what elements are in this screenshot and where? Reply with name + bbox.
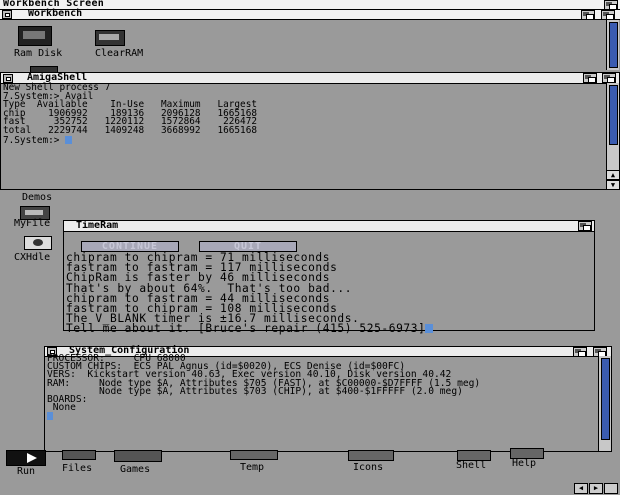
- workbench-scrollbar[interactable]: [606, 20, 619, 70]
- clearram-label: ClearRAM: [95, 48, 144, 59]
- sysconfig-output[interactable]: PROCESSOR: CPU 68000 CUSTOM CHIPS: ECS P…: [47, 354, 480, 422]
- scroll-up-icon[interactable]: ▲: [606, 170, 620, 180]
- commodity-icon: [24, 236, 52, 250]
- sysconfig-zoom-icon[interactable]: [573, 347, 587, 357]
- workbench-zoom-icon[interactable]: [581, 10, 595, 20]
- text-cursor: [65, 135, 73, 144]
- timeram-depth-icon[interactable]: [578, 221, 592, 231]
- dock-help-label[interactable]: Help: [512, 458, 536, 469]
- dock-temp-label[interactable]: Temp: [240, 462, 264, 473]
- dock-icons-label[interactable]: Icons: [353, 462, 383, 473]
- workbench-depth-icon[interactable]: [601, 10, 615, 20]
- scroll-right-icon[interactable]: ▶: [589, 483, 603, 494]
- files-drawer-icon[interactable]: [62, 450, 96, 460]
- sysconfig-line: Node type $A, Attributes $703 (CHIP), at…: [47, 385, 463, 397]
- ram-disk-label: Ram Disk: [14, 48, 63, 59]
- workbench-title: Workbench: [28, 8, 83, 19]
- workbench-close-icon[interactable]: [2, 10, 12, 19]
- scroll-down-icon[interactable]: ▼: [606, 180, 620, 190]
- run-icon[interactable]: [6, 450, 46, 466]
- dock-run-label[interactable]: Run: [17, 466, 35, 477]
- screen-title-bar: Workbench Screen: [0, 0, 620, 10]
- ram-disk-icon: [18, 26, 52, 46]
- demos-label: Demos: [22, 192, 53, 203]
- amigashell-depth-icon[interactable]: [602, 73, 616, 83]
- amigashell-scroll-thumb[interactable]: [609, 85, 618, 145]
- system-configuration-window[interactable]: System_Configuration PROCESSOR: CPU 6800…: [44, 345, 612, 452]
- resize-gadget-icon[interactable]: [604, 483, 618, 494]
- amigashell-scrollbar[interactable]: ▲ ▼: [606, 83, 620, 190]
- dock-shell-label[interactable]: Shell: [456, 460, 486, 471]
- scroll-left-icon[interactable]: ◀: [574, 483, 588, 494]
- text-cursor: [425, 324, 434, 334]
- games-drawer-icon[interactable]: [114, 450, 162, 462]
- dock-files-label[interactable]: Files: [62, 463, 92, 474]
- timeram-window[interactable]: TimeRam CONTINUE QUIT chipram to chipram…: [63, 220, 595, 335]
- sysconfig-scroll-thumb[interactable]: [601, 358, 610, 440]
- text-cursor: [47, 412, 53, 421]
- dock-games-label[interactable]: Games: [120, 464, 150, 475]
- workbench-scroll-thumb[interactable]: [609, 22, 618, 68]
- myfiles-label: MyFile: [14, 218, 51, 229]
- clearram-icon: [95, 30, 125, 46]
- timeram-title: TimeRam: [76, 220, 119, 231]
- amigashell-output[interactable]: New Shell process 7 7.System:> Avail Typ…: [3, 83, 257, 146]
- cxhandler-label: CXHdle: [14, 252, 51, 263]
- timeram-line: Tell me about it. [Bruce's repair (415) …: [66, 322, 426, 336]
- bottom-dock: Run Files Games Temp Icons Shell Help ◀ …: [0, 447, 620, 495]
- shell-prompt: 7.System:>: [3, 134, 66, 146]
- amigashell-window[interactable]: AmigaShell New Shell process 7 7.System:…: [0, 72, 620, 190]
- screen-depth-icon[interactable]: [604, 0, 618, 10]
- workbench-title-bar[interactable]: Workbench: [0, 8, 620, 20]
- sysconfig-scrollbar[interactable]: [598, 356, 611, 451]
- timeram-output: chipram to chipram = 71 milliseconds fas…: [66, 252, 434, 336]
- amigashell-zoom-icon[interactable]: [583, 73, 597, 83]
- timeram-title-bar[interactable]: TimeRam: [64, 220, 594, 232]
- icons-drawer-icon[interactable]: [348, 450, 394, 461]
- temp-drawer-icon[interactable]: [230, 450, 278, 460]
